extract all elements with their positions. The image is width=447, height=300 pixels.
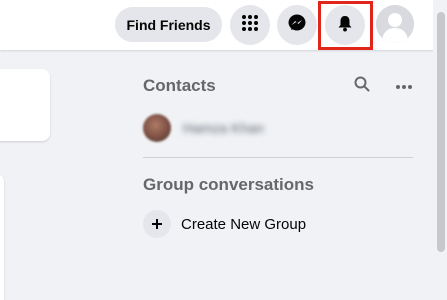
user-silhouette-icon xyxy=(376,5,414,43)
find-friends-button[interactable]: Find Friends xyxy=(115,7,222,42)
messenger-icon xyxy=(287,13,307,38)
menu-button[interactable] xyxy=(230,5,270,45)
feed-card-top xyxy=(0,69,50,141)
contact-item[interactable]: Hamza Khan xyxy=(143,112,413,144)
create-new-group-button[interactable]: Create New Group xyxy=(143,210,306,238)
contacts-heading: Contacts xyxy=(143,76,216,95)
search-contacts-button[interactable] xyxy=(350,74,374,98)
section-divider xyxy=(143,157,413,158)
scrollbar-thumb[interactable] xyxy=(437,12,445,252)
contacts-options-button[interactable] xyxy=(392,74,416,98)
notification-highlight-box xyxy=(318,1,373,50)
create-new-group-label: Create New Group xyxy=(181,215,307,233)
plus-icon xyxy=(143,210,171,238)
group-conversations-heading: Group conversations xyxy=(143,175,314,194)
profile-avatar[interactable] xyxy=(376,5,414,43)
contact-name: Hamza Khan xyxy=(183,120,264,136)
apps-grid-icon xyxy=(241,14,259,37)
top-navigation-bar: Find Friends xyxy=(0,0,447,50)
feed-card-bottom xyxy=(0,174,4,300)
messenger-button[interactable] xyxy=(277,5,317,45)
contact-avatar xyxy=(143,114,171,142)
search-icon xyxy=(354,76,370,97)
more-options-icon xyxy=(395,77,413,95)
